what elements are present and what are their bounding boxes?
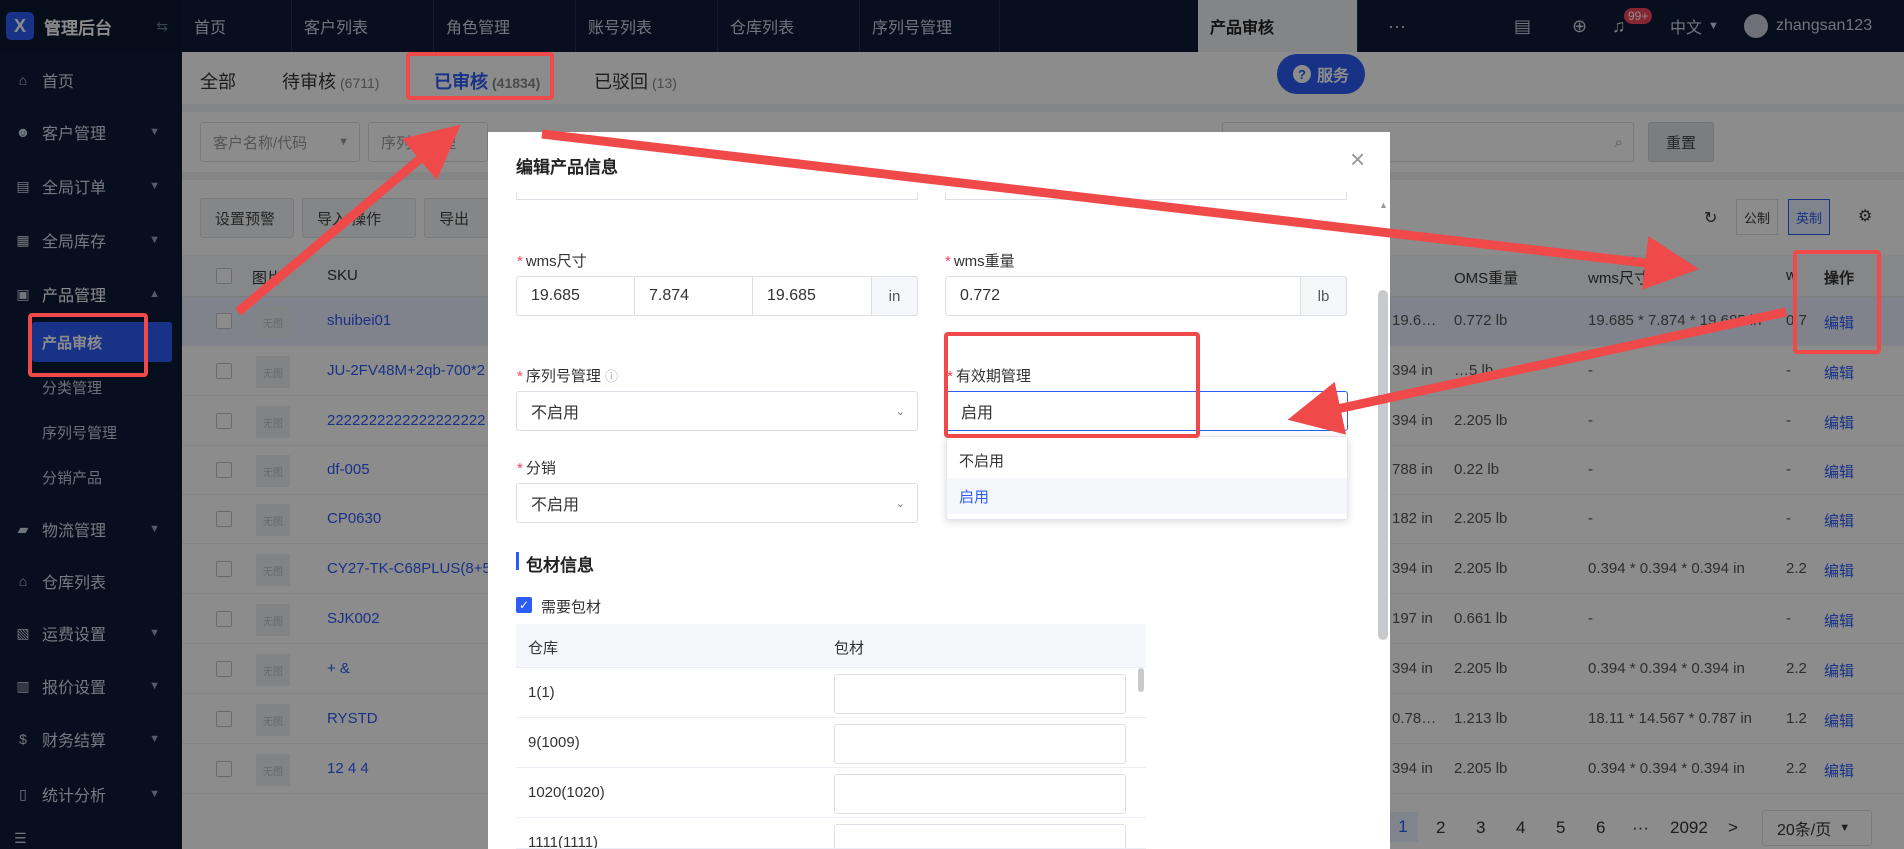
annotation-box-approved-tab <box>406 52 554 100</box>
warehouse-name: 9(1009) <box>528 734 580 751</box>
wms-height-input[interactable]: 19.685 <box>752 276 872 316</box>
expiry-option-enabled[interactable]: 启用 <box>947 478 1347 514</box>
packaging-row: 1(1) <box>516 668 1146 718</box>
annotation-box-edit-column <box>1793 250 1881 354</box>
wms-width-input[interactable]: 7.874 <box>634 276 753 316</box>
wms-weight-input[interactable]: 0.772 <box>945 276 1301 316</box>
packaging-input[interactable] <box>834 824 1126 848</box>
wms-size-label: * wms尺寸 <box>517 253 587 270</box>
wms-weight-label: * wms重量 <box>945 253 1015 270</box>
chevron-down-icon: ⌄ <box>895 405 905 418</box>
expiry-option-disabled[interactable]: 不启用 <box>947 442 1329 478</box>
warehouse-name: 1020(1020) <box>528 784 605 801</box>
warehouse-name: 1111(1111) <box>528 834 599 849</box>
annotation-box-product-review <box>28 313 148 377</box>
serial-management-label: * 序列号管理 ⓘ <box>517 368 618 385</box>
packaging-row: 1020(1020) <box>516 768 1146 818</box>
col-warehouse: 仓库 <box>528 640 559 657</box>
section-marker <box>516 552 519 570</box>
info-icon: ⓘ <box>604 369 618 384</box>
need-packaging-checkbox[interactable]: ✓ <box>516 597 532 613</box>
packaging-input[interactable] <box>834 724 1126 764</box>
packaging-table-header: 仓库 包材 <box>516 624 1146 668</box>
distribution-value: 不启用 <box>531 497 580 514</box>
chevron-down-icon: ⌄ <box>895 497 905 510</box>
need-packaging-label: 需要包材 <box>541 599 602 616</box>
warehouse-name: 1(1) <box>528 684 555 701</box>
dialog-title: 编辑产品信息 <box>516 158 618 177</box>
serial-management-value: 不启用 <box>531 405 580 422</box>
packaging-input[interactable] <box>834 674 1126 714</box>
packaging-row: 1111(1111) <box>516 818 1146 849</box>
annotation-box-expiry-field <box>944 332 1200 438</box>
prev-size-input-row[interactable] <box>516 192 918 200</box>
close-icon[interactable]: × <box>1350 144 1365 175</box>
dialog-scrollbar[interactable] <box>1378 290 1388 640</box>
wms-length-input[interactable]: 19.685 <box>516 276 635 316</box>
packaging-section-title: 包材信息 <box>526 556 594 575</box>
distribution-select[interactable]: 不启用 ⌄ <box>516 483 918 523</box>
prev-weight-input-row[interactable] <box>945 192 1347 200</box>
weight-unit: lb <box>1300 276 1347 316</box>
distribution-label: * 分销 <box>517 460 556 477</box>
dialog-header: 编辑产品信息 × <box>488 132 1390 192</box>
packaging-input[interactable] <box>834 774 1126 814</box>
size-unit: in <box>871 276 918 316</box>
packaging-table-scrollbar[interactable] <box>1138 668 1144 692</box>
packaging-row: 9(1009) <box>516 718 1146 768</box>
scroll-up-icon[interactable]: ▲ <box>1379 200 1388 210</box>
col-packaging: 包材 <box>834 640 865 657</box>
serial-management-select[interactable]: 不启用 ⌄ <box>516 391 918 431</box>
